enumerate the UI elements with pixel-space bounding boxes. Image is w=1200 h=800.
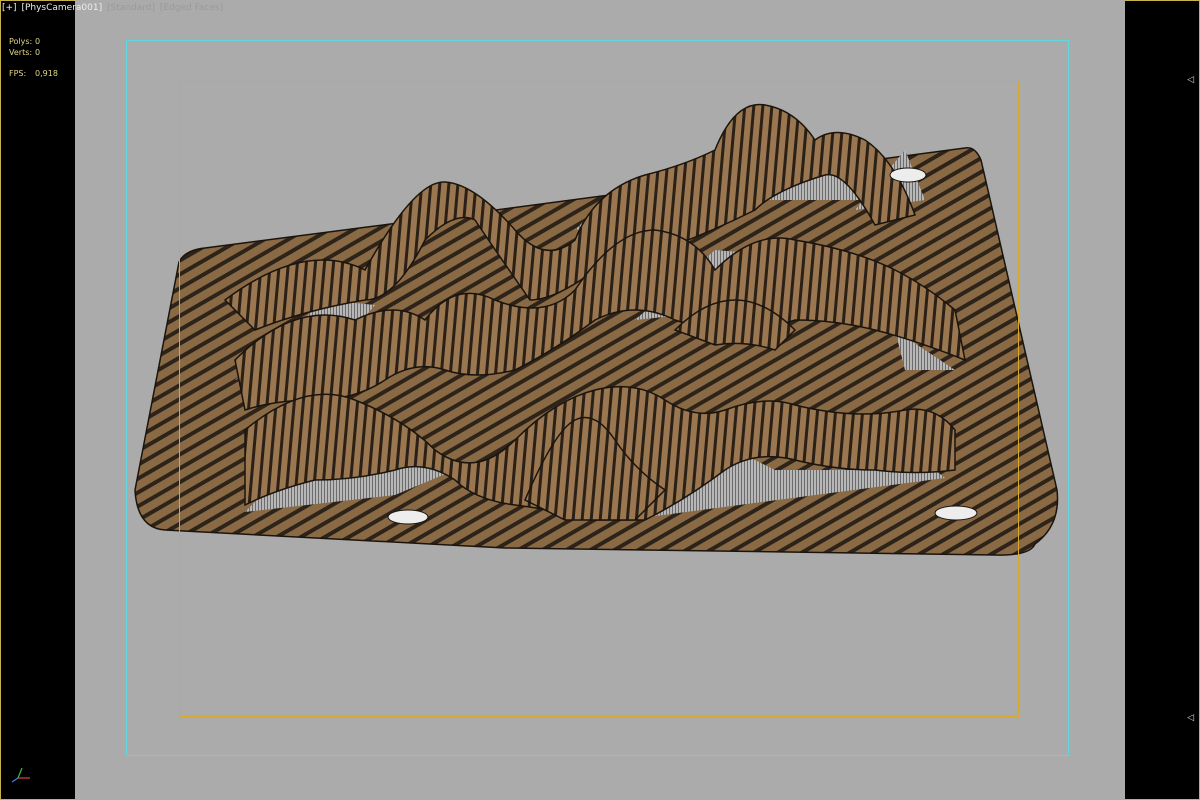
axis-gizmo-icon [11, 767, 30, 783]
triangle-left-icon[interactable]: ◁ [1187, 75, 1194, 85]
verts-label: Verts: [9, 48, 33, 57]
viewport-camera-label[interactable]: [PhysCamera001] [21, 3, 102, 13]
fps-value: 0,918 [35, 69, 58, 78]
viewport-label-bar[interactable]: [+] [PhysCamera001] [Standard] [Edged Fa… [2, 3, 225, 13]
polys-label: Polys: [9, 37, 33, 46]
verts-value: 0 [35, 48, 41, 57]
triangle-left-icon[interactable]: ◁ [1187, 713, 1194, 723]
polys-value: 0 [35, 37, 41, 46]
viewport-statistics: Polys: 0 Verts: 0 FPS: 0,918 [9, 36, 58, 79]
viewport-shading-label[interactable]: [Standard] [107, 3, 155, 13]
safe-frame-title [179, 81, 1019, 717]
viewport-menu-plus[interactable]: [+] [2, 3, 17, 13]
viewport-mode-label[interactable]: [Edged Faces] [160, 3, 223, 13]
fps-label: FPS: [9, 69, 27, 78]
